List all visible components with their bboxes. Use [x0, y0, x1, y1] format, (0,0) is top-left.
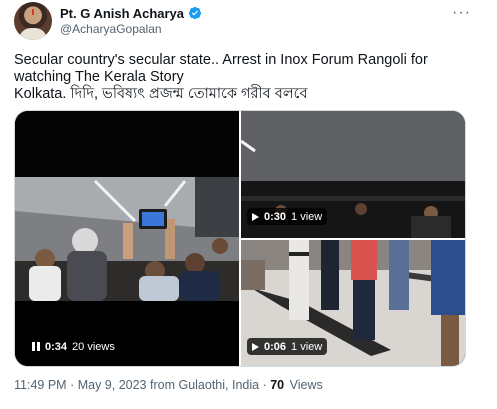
video-duration: 0:30 [264, 210, 287, 223]
video-badge-1: 0:34 20 views [27, 338, 120, 355]
video-views: 1 view [291, 210, 323, 223]
video-badge-3: 0:06 1 view [247, 338, 328, 355]
tweet-text-line: watching The Kerala Story [14, 69, 184, 85]
video-thumbnail-1 [15, 111, 239, 366]
video-views: 20 views [72, 340, 115, 353]
views-label: Views [289, 378, 323, 392]
video-duration: 0:06 [264, 340, 287, 353]
separator-dot: · [70, 378, 75, 392]
play-icon[interactable] [252, 342, 259, 351]
tweet-location: from Gulaothi, India [150, 378, 260, 392]
tweet-metadata: 11:49 PM · May 9, 2023 from Gulaothi, In… [14, 378, 323, 392]
media-grid: 0:34 20 views 0:30 1 view 0:06 1 view [14, 110, 466, 367]
avatar[interactable] [14, 2, 52, 40]
author-name-row: Pt. G Anish Acharya [60, 4, 202, 22]
pause-icon[interactable] [32, 342, 40, 351]
video-badge-2: 0:30 1 view [247, 208, 328, 225]
video-player-1[interactable]: 0:34 20 views [15, 111, 239, 366]
tweet-time[interactable]: 11:49 PM [14, 378, 67, 392]
tweet-card: Pt. G Anish Acharya @AcharyaGopalan ··· … [0, 0, 497, 409]
views-count: 70 [270, 378, 285, 392]
video-player-3[interactable]: 0:06 1 view [241, 240, 465, 366]
author-display-name[interactable]: Pt. G Anish Acharya [60, 6, 184, 21]
video-views: 1 view [291, 340, 323, 353]
tweet-text: Secular country's secular state.. Arrest… [14, 52, 484, 103]
tweet-date[interactable]: May 9, 2023 [78, 378, 147, 392]
video-duration: 0:34 [45, 340, 68, 353]
tweet-text-line: Kolkata. দিদি, ভবিষ্যৎ প্রজন্ম তোমাকে গর… [14, 86, 308, 102]
more-options-icon[interactable]: ··· [452, 4, 471, 22]
separator-dot: · [262, 378, 267, 392]
tweet-text-line: Secular country's secular state.. Arrest… [14, 52, 428, 68]
avatar-tilak [32, 9, 34, 15]
avatar-shirt [19, 28, 47, 40]
video-player-2[interactable]: 0:30 1 view [241, 111, 465, 238]
verified-badge-icon [188, 6, 202, 20]
author-handle[interactable]: @AcharyaGopalan [60, 22, 162, 36]
play-icon[interactable] [252, 212, 259, 221]
